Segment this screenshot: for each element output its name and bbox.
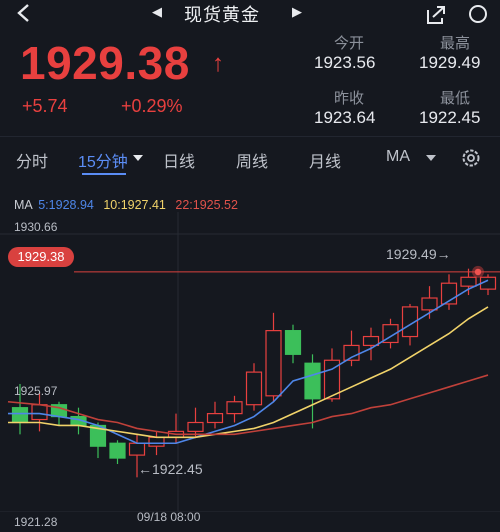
tab-ma[interactable]: MA <box>386 148 410 166</box>
share-icon[interactable] <box>424 4 448 26</box>
open-value: 1923.56 <box>314 53 376 72</box>
low-value: 1922.45 <box>419 108 481 127</box>
high-annotation: 1929.49→ <box>386 246 451 262</box>
candle-body <box>460 276 477 287</box>
period-dropdown-icon[interactable] <box>133 155 143 161</box>
candle-body <box>148 436 165 447</box>
up-arrow-icon: ↑ <box>212 50 224 77</box>
prev-instrument-icon[interactable]: ◀ <box>152 4 162 20</box>
next-instrument-icon[interactable]: ▶ <box>292 4 302 20</box>
ma-legend: MA 5:1928.94 10:1927.41 22:1925.52 <box>14 198 240 212</box>
tab-15min[interactable]: 15分钟 <box>78 148 128 172</box>
high-label: 最高 <box>440 35 471 52</box>
candle-body <box>206 413 224 424</box>
candle-body <box>226 401 243 415</box>
candle-body <box>187 421 204 432</box>
page-title: 现货黄金 <box>184 5 260 25</box>
ma22-value: 22:1925.52 <box>175 198 238 212</box>
period-tabs: 分时 15分钟 日线 周线 月线 MA <box>0 136 500 177</box>
current-price-tag: 1929.38 <box>8 247 74 267</box>
current-price-dot <box>474 268 482 276</box>
y-axis-top-label: 1930.66 <box>14 220 58 234</box>
ma10-value: 10:1927.41 <box>103 198 166 212</box>
prev-close-label: 昨收 <box>334 90 365 107</box>
candle-body <box>245 371 263 406</box>
tab-weekly[interactable]: 周线 <box>236 148 268 172</box>
back-arrow-icon[interactable] <box>14 2 36 24</box>
candle-body <box>128 442 146 456</box>
high-value: 1929.49 <box>419 53 481 72</box>
open-label: 今开 <box>334 35 365 52</box>
candle-body <box>362 335 380 347</box>
y-axis-bottom-label: 1921.28 <box>14 515 58 529</box>
tab-fenshi[interactable]: 分时 <box>16 148 48 172</box>
low-label: 最低 <box>440 90 471 107</box>
low-annotation: ←1922.45 <box>138 461 203 477</box>
candle-body <box>421 297 438 311</box>
current-price: 1929.38 <box>20 37 190 89</box>
candle-body <box>304 362 321 400</box>
candle-body <box>265 330 282 397</box>
candle-body <box>11 407 29 424</box>
ma5-value: 5:1928.94 <box>38 198 94 212</box>
y-axis-mid-label: 1925.97 <box>14 384 58 398</box>
candle-body <box>284 330 302 355</box>
x-axis-time-label: 09/18 08:00 <box>137 510 201 524</box>
price-change: +5.74 <box>22 96 68 116</box>
active-tab-indicator <box>82 173 126 175</box>
prev-close-value: 1923.64 <box>314 108 376 127</box>
search-icon[interactable] <box>468 4 492 26</box>
ma-dropdown-icon[interactable] <box>426 155 436 161</box>
ma-legend-label: MA <box>14 198 33 212</box>
tab-daily[interactable]: 日线 <box>163 148 195 172</box>
gear-icon[interactable] <box>460 147 482 169</box>
tab-monthly[interactable]: 月线 <box>309 148 341 172</box>
candle-body <box>31 404 48 421</box>
price-change-percent: +0.29% <box>121 96 183 116</box>
top-bar: ◀ 现货黄金 ▶ <box>0 0 500 26</box>
candle-body <box>109 442 126 459</box>
